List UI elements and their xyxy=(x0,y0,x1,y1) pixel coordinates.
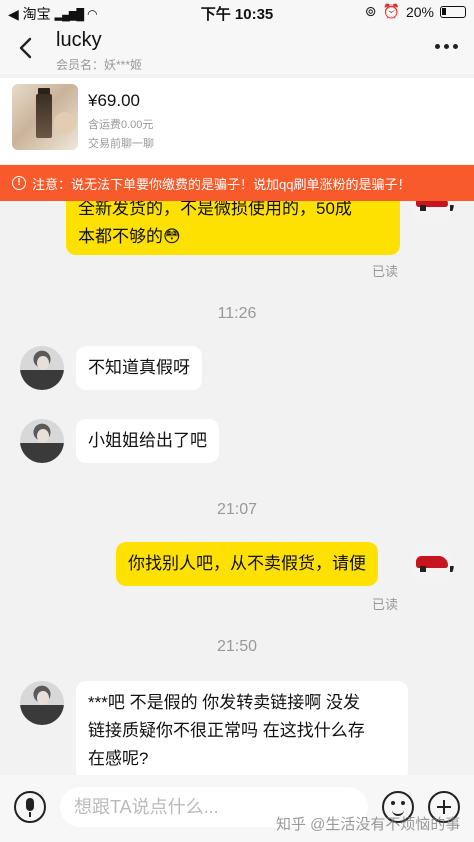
member-name: 会员名：妖***姬 xyxy=(56,58,143,72)
timestamp: 11:26 xyxy=(217,305,257,322)
message-line: 链接质疑你不很正常吗 在这找什么存 xyxy=(88,721,365,740)
message-text: 不知道真假呀 xyxy=(88,358,190,377)
message-list[interactable]: 全新发货的，不是微损使用的，50成 本都不够的😳 已读 11:26 不知道真假呀… xyxy=(0,201,474,775)
watermark: 知乎 @生活没有不烦恼的事 xyxy=(276,816,461,833)
my-avatar[interactable] xyxy=(410,542,454,586)
message-bubble-theirs[interactable]: 小姐姐给出了吧 xyxy=(76,419,219,463)
contact-name: lucky xyxy=(56,29,102,51)
my-avatar[interactable] xyxy=(410,201,454,225)
contact-avatar[interactable] xyxy=(20,346,64,390)
message-bubble-mine[interactable]: 全新发货的，不是微损使用的，50成 本都不够的😳 xyxy=(66,201,400,255)
message-bubble-mine[interactable]: 你找别人吧，从不卖假货，请便 xyxy=(116,542,378,586)
timestamp: 21:07 xyxy=(216,501,258,518)
chat-hint: 交易前聊一聊 xyxy=(88,138,154,150)
message-bubble-theirs[interactable]: 不知道真假呀 xyxy=(76,346,202,390)
warning-icon: ! xyxy=(12,176,26,190)
chat-header: lucky 会员名：妖***姬 xyxy=(0,24,474,74)
status-bar: ◀ 淘宝 ▂▄▆█ ◠ 下午 10:35 ⊚ ⏰ 20% xyxy=(0,0,474,24)
message-line: 全新发货的，不是微损使用的，50成 xyxy=(78,201,352,218)
message-bubble-theirs[interactable]: ***吧 不是假的 你发转卖链接啊 没发 链接质疑你不很正常吗 在这找什么存 在… xyxy=(76,681,408,775)
read-receipt: 已读 xyxy=(371,597,398,612)
scam-warning-banner: ! 注意：说无法下单要你缴费的是骗子！说加qq刷单涨粉的是骗子！ xyxy=(0,165,474,201)
message-line: ***吧 不是假的 你发转卖链接啊 没发 xyxy=(88,693,361,712)
message-text: 小姐姐给出了吧 xyxy=(88,431,207,450)
contact-avatar[interactable] xyxy=(20,681,64,725)
message-text: 你找别人吧，从不卖假货，请便 xyxy=(128,554,366,573)
battery-icon xyxy=(440,5,466,18)
timestamp: 21:50 xyxy=(216,638,258,655)
battery-percent: 20% xyxy=(405,3,434,20)
product-card[interactable]: ¥69.00 含运费0.00元 交易前聊一聊 xyxy=(0,78,474,164)
rotation-lock-icon: ⊚ xyxy=(364,3,377,19)
input-bar: 知乎 @生活没有不烦恼的事 xyxy=(0,775,474,842)
product-price: ¥69.00 xyxy=(88,91,140,110)
back-arrow-icon[interactable] xyxy=(14,36,38,60)
contact-avatar[interactable] xyxy=(20,419,64,463)
voice-input-icon[interactable] xyxy=(14,791,46,823)
shipping-info: 含运费0.00元 xyxy=(88,119,154,131)
message-line: 在感呢? xyxy=(88,749,149,768)
status-right: ⊚ ⏰ 20% xyxy=(365,3,466,20)
warning-text: 注意：说无法下单要你缴费的是骗子！说加qq刷单涨粉的是骗子！ xyxy=(32,176,411,192)
product-image xyxy=(12,84,78,150)
more-options-icon[interactable] xyxy=(435,44,458,49)
message-line: 本都不够的😳 xyxy=(78,227,181,246)
read-receipt: 已读 xyxy=(371,264,398,279)
alarm-icon: ⏰ xyxy=(382,3,400,19)
